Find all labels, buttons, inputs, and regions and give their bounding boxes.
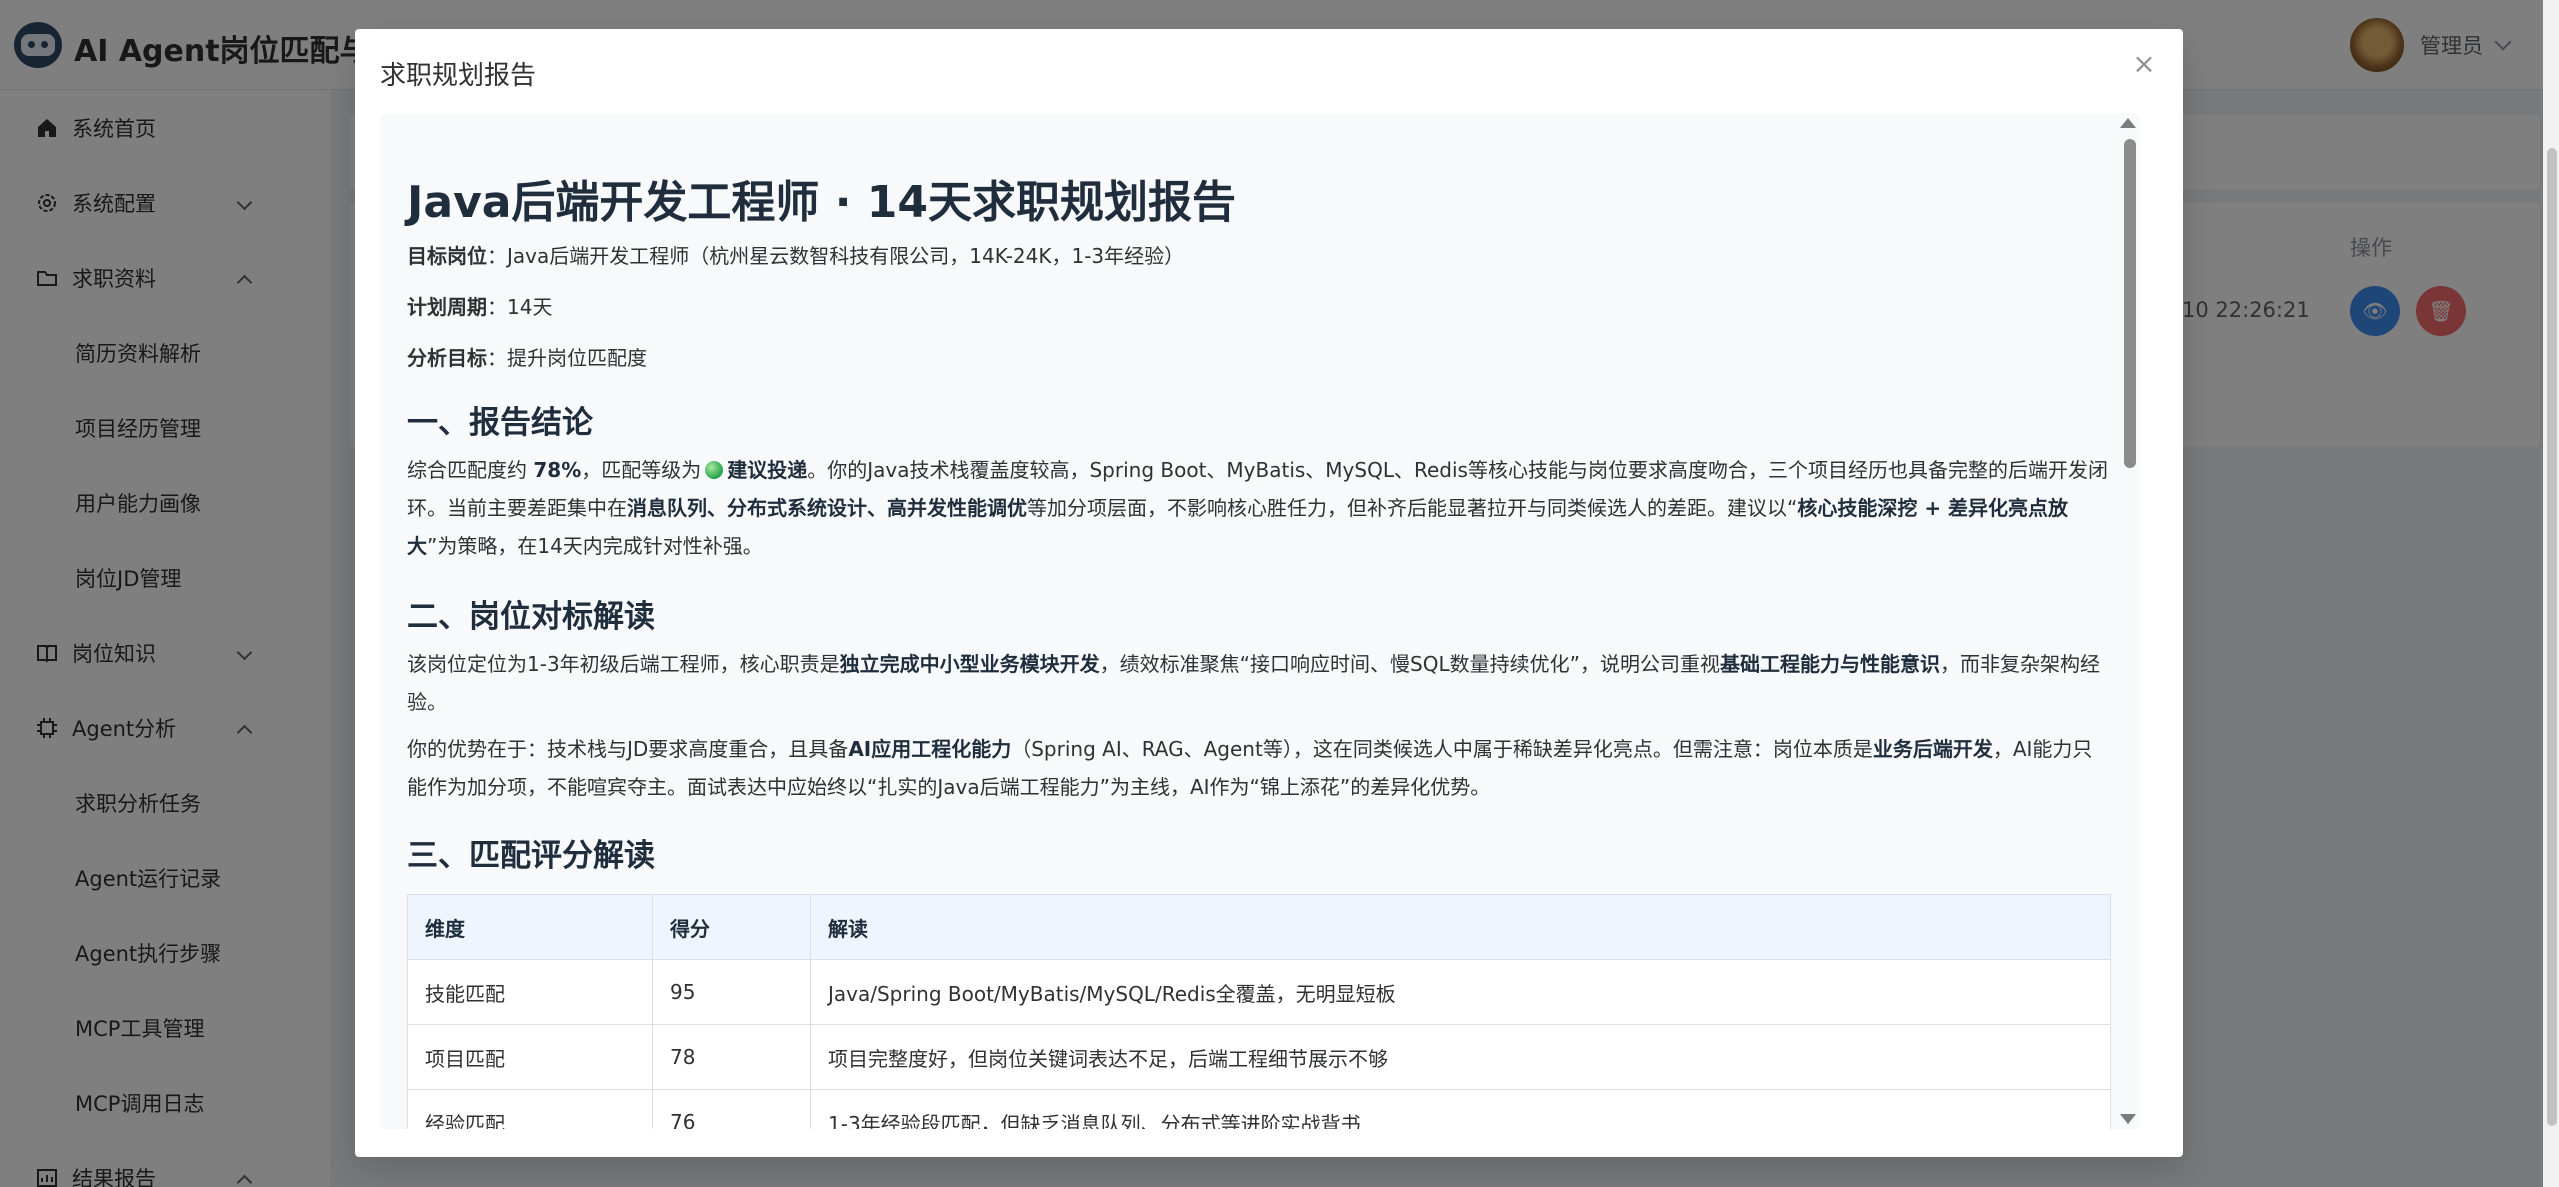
table-cell: 78	[652, 1024, 811, 1090]
table-cell: Java/Spring Boot/MyBatis/MySQL/Redis全覆盖，…	[810, 959, 2111, 1025]
section-heading: 一、报告结论	[407, 405, 593, 441]
scroll-up-arrow-icon[interactable]	[2120, 118, 2136, 128]
report-content: Java后端开发工程师 · 14天求职规划报告 目标岗位：Java后端开发工程师…	[380, 113, 2140, 1129]
meta-analysis-goal: 分析目标：提升岗位匹配度	[407, 346, 647, 370]
meta-plan-period: 计划周期：14天	[407, 295, 553, 319]
close-icon[interactable]: ×	[2129, 49, 2159, 79]
table-cell: 95	[652, 959, 811, 1025]
page-scrollbar[interactable]	[2543, 0, 2559, 1187]
table-cell: 技能匹配	[407, 959, 653, 1025]
section-conclusion-text: 综合匹配度约 78%，匹配等级为 建议投递。你的Java技术栈覆盖度较高，Spri…	[407, 458, 2108, 558]
report-title: Java后端开发工程师 · 14天求职规划报告	[407, 177, 1237, 228]
table-row: 技能匹配 95 Java/Spring Boot/MyBatis/MySQL/R…	[407, 959, 2111, 1025]
table-cell: 项目完整度好，但岗位关键词表达不足，后端工程细节展示不够	[810, 1024, 2111, 1090]
meta-target-position: 目标岗位：Java后端开发工程师（杭州星云数智科技有限公司，14K-24K，1-…	[407, 244, 1185, 268]
section-benchmark-text-1: 该岗位定位为1-3年初级后端工程师，核心职责是独立完成中小型业务模块开发，绩效标…	[407, 652, 2100, 714]
report-dialog: 求职规划报告 × Java后端开发工程师 · 14天求职规划报告 目标岗位：Ja…	[355, 29, 2183, 1157]
table-cell: 76	[652, 1089, 811, 1129]
table-row: 项目匹配 78 项目完整度好，但岗位关键词表达不足，后端工程细节展示不够	[407, 1024, 2111, 1090]
table-header-row: 维度 得分 解读	[407, 894, 2111, 960]
table-cell: 经验匹配	[407, 1089, 653, 1129]
table-cell: 1-3年经验段匹配，但缺乏消息队列、分布式等进阶实战背书	[810, 1089, 2111, 1129]
table-header-cell: 解读	[810, 894, 2111, 960]
table-row: 经验匹配 76 1-3年经验段匹配，但缺乏消息队列、分布式等进阶实战背书	[407, 1089, 2111, 1129]
score-table: 维度 得分 解读 技能匹配 95 Java/Spring Boot/MyBati…	[407, 894, 2111, 1129]
section-heading: 二、岗位对标解读	[407, 599, 655, 635]
section-benchmark-text-2: 你的优势在于：技术栈与JD要求高度重合，且具备AI应用工程化能力（Spring …	[407, 737, 2093, 799]
dialog-title: 求职规划报告	[380, 61, 537, 91]
page-scrollbar-thumb[interactable]	[2547, 148, 2557, 1126]
report-scrollbar[interactable]	[2120, 113, 2140, 1129]
report-scrollbar-thumb[interactable]	[2124, 139, 2136, 468]
green-circle-icon	[705, 461, 724, 479]
table-cell: 项目匹配	[407, 1024, 653, 1090]
table-header-cell: 维度	[407, 894, 653, 960]
table-header-cell: 得分	[652, 894, 811, 960]
section-heading: 三、匹配评分解读	[407, 838, 655, 874]
scroll-down-arrow-icon[interactable]	[2120, 1114, 2136, 1124]
